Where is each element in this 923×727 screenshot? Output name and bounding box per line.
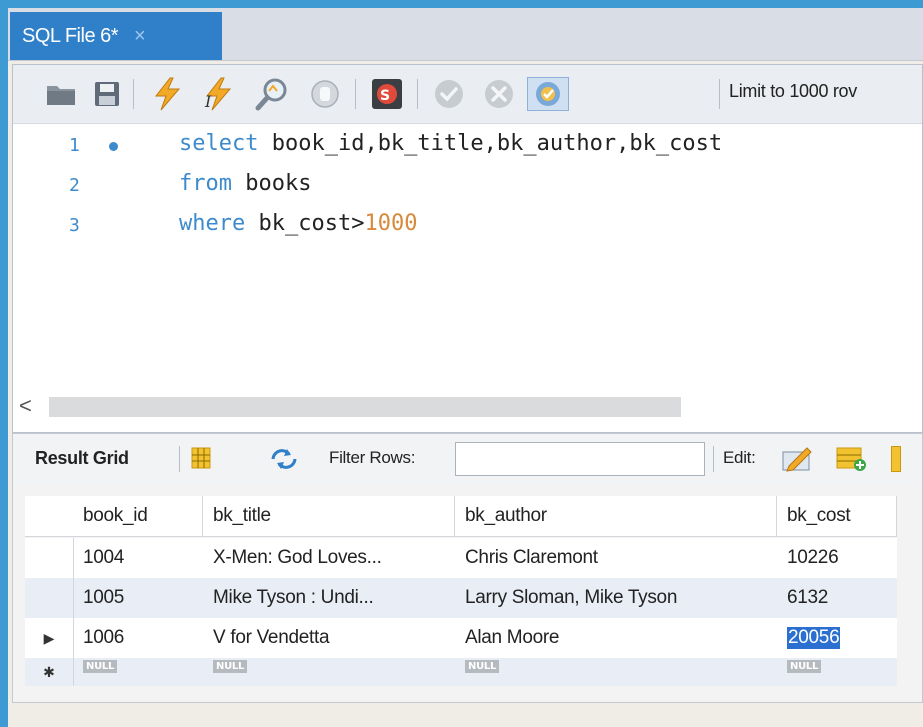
result-grid-tab[interactable]: Result Grid	[35, 448, 129, 469]
tab-strip: SQL File 6* ×	[8, 8, 923, 61]
new-row[interactable]: ✱ NULL NULL NULL NULL	[25, 658, 897, 686]
autocommit-icon[interactable]	[527, 77, 569, 111]
null-badge: NULL	[213, 660, 248, 673]
column-header-bk-cost[interactable]: bk_cost	[777, 496, 897, 536]
toolbar-separator	[713, 446, 714, 472]
sql-editor-window: SQL File 6* × I S Limit to 1000 rov 1 se…	[8, 8, 923, 727]
line-number: 2	[69, 175, 80, 196]
cell-bk-author[interactable]: Chris Claremont	[455, 538, 777, 578]
table-row[interactable]: 1004 X-Men: God Loves... Chris Claremont…	[25, 538, 897, 578]
cell-book-id[interactable]: 1005	[73, 578, 203, 618]
current-row-marker-icon[interactable]: ▶	[25, 618, 74, 658]
cell-bk-title[interactable]: NULL	[203, 658, 455, 686]
scroll-left-icon[interactable]: <	[19, 393, 32, 419]
grid-header-row: book_id bk_title bk_author bk_cost	[25, 496, 897, 537]
explain-icon[interactable]	[251, 77, 295, 111]
refresh-icon[interactable]	[269, 447, 299, 476]
selected-value: 20056	[787, 627, 841, 649]
svg-text:I: I	[204, 92, 212, 111]
code-text: from books	[179, 171, 312, 196]
toggle-error-icon[interactable]: S	[367, 77, 407, 111]
rollback-icon[interactable]	[479, 77, 519, 111]
cell-book-id[interactable]: NULL	[73, 658, 203, 686]
null-badge: NULL	[465, 660, 500, 673]
column-header-bk-title[interactable]: bk_title	[203, 496, 455, 536]
toolbar-separator	[355, 79, 356, 109]
cell-bk-cost[interactable]: 6132	[777, 578, 897, 618]
toolbar-separator	[133, 79, 134, 109]
save-icon[interactable]	[89, 77, 125, 111]
filter-rows-input[interactable]	[455, 442, 705, 476]
table-row[interactable]: 1005 Mike Tyson : Undi... Larry Sloman, …	[25, 578, 897, 618]
toolbar-separator	[179, 446, 180, 472]
cell-bk-author[interactable]: Larry Sloman, Mike Tyson	[455, 578, 777, 618]
code-line-2: 2 from books	[13, 167, 913, 207]
null-badge: NULL	[83, 660, 118, 673]
edit-label: Edit:	[723, 448, 756, 467]
new-row-marker-icon[interactable]: ✱	[25, 658, 74, 686]
form-editor-icon[interactable]	[191, 447, 211, 474]
stop-icon[interactable]	[305, 77, 345, 111]
cell-bk-cost-selected[interactable]: 20056	[777, 618, 897, 658]
code-text: select book_id,bk_title,bk_author,bk_cos…	[179, 131, 723, 156]
horizontal-scrollbar[interactable]: <	[13, 391, 922, 423]
code-line-3: 3 where bk_cost>1000	[13, 207, 913, 247]
edit-row-icon[interactable]	[781, 444, 813, 477]
code-text: where bk_cost>1000	[179, 211, 418, 236]
filter-rows-label: Filter Rows:	[329, 448, 416, 467]
commit-icon[interactable]	[429, 77, 469, 111]
add-row-icon[interactable]	[835, 444, 867, 477]
cell-bk-author[interactable]: Alan Moore	[455, 618, 777, 658]
toolbar-separator	[719, 79, 720, 109]
cell-bk-author[interactable]: NULL	[455, 658, 777, 686]
code-line-1: 1 select book_id,bk_title,bk_author,bk_c…	[13, 127, 913, 167]
tab-title: SQL File 6*	[22, 24, 119, 47]
execute-icon[interactable]	[147, 77, 187, 111]
svg-text:S: S	[380, 88, 390, 104]
sql-editor-panel: I S Limit to 1000 rov 1 select book_id,b…	[12, 64, 923, 433]
result-panel: Result Grid Filter Rows: Edit: book_id b…	[12, 433, 923, 703]
toolbar-separator	[417, 79, 418, 109]
scrollbar-thumb[interactable]	[49, 397, 681, 417]
row-header-corner	[25, 496, 74, 536]
cell-bk-title[interactable]: X-Men: God Loves...	[203, 538, 455, 578]
cell-book-id[interactable]: 1004	[73, 538, 203, 578]
table-row[interactable]: ▶ 1006 V for Vendetta Alan Moore 20056	[25, 618, 897, 658]
column-header-bk-author[interactable]: bk_author	[455, 496, 777, 536]
line-number: 3	[69, 215, 80, 236]
row-header[interactable]	[25, 538, 74, 578]
statement-marker-icon	[109, 142, 118, 151]
null-badge: NULL	[787, 660, 822, 673]
row-header[interactable]	[25, 578, 74, 618]
cell-bk-title[interactable]: Mike Tyson : Undi...	[203, 578, 455, 618]
cell-bk-cost[interactable]: NULL	[777, 658, 897, 686]
column-header-book-id[interactable]: book_id	[73, 496, 203, 536]
tab-sql-file[interactable]: SQL File 6* ×	[10, 12, 222, 60]
cell-bk-cost[interactable]: 10226	[777, 538, 897, 578]
delete-row-icon[interactable]	[891, 446, 901, 472]
editor-toolbar: I S Limit to 1000 rov	[13, 65, 922, 124]
close-icon[interactable]: ×	[134, 25, 146, 48]
limit-rows-select[interactable]: Limit to 1000 rov	[729, 81, 857, 102]
line-number: 1	[69, 135, 80, 156]
cell-book-id[interactable]: 1006	[73, 618, 203, 658]
folder-open-icon[interactable]	[43, 77, 79, 111]
result-toolbar: Result Grid Filter Rows: Edit:	[13, 434, 922, 484]
execute-current-icon[interactable]: I	[197, 77, 241, 111]
cell-bk-title[interactable]: V for Vendetta	[203, 618, 455, 658]
